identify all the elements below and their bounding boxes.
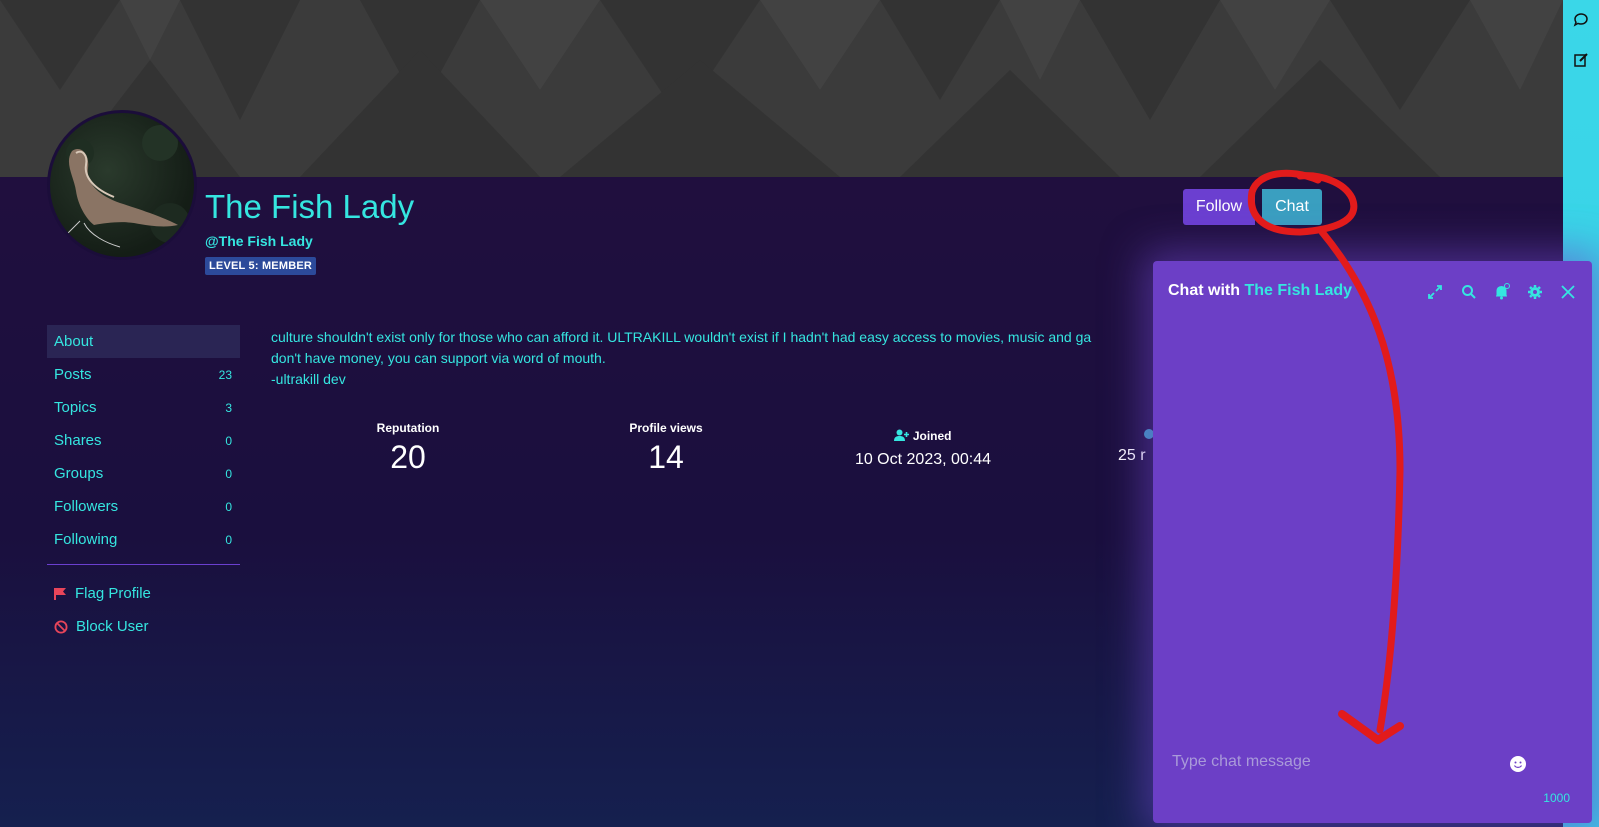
chat-title: Chat with The Fish Lady — [1168, 282, 1352, 300]
stat-value: 25 r — [1118, 447, 1146, 464]
about-text: culture shouldn't exist only for those w… — [271, 327, 1161, 390]
nav-item-following[interactable]: Following 0 — [47, 523, 240, 556]
follow-button[interactable]: Follow — [1183, 189, 1255, 225]
bell-icon[interactable] — [1492, 282, 1512, 302]
close-icon[interactable] — [1558, 282, 1578, 302]
emoji-icon[interactable] — [1510, 756, 1526, 772]
cover-pattern — [0, 0, 1563, 177]
block-user-link[interactable]: Block User — [47, 610, 240, 643]
nav-item-about[interactable]: About — [47, 325, 240, 358]
chat-panel: Chat with The Fish Lady 1000 — [1153, 261, 1592, 823]
compose-icon[interactable] — [1571, 50, 1591, 70]
nav-item-count: 0 — [225, 499, 232, 514]
nav-item-label: Groups — [54, 465, 104, 482]
nav-item-label: Following — [54, 531, 118, 548]
avatar — [47, 110, 197, 260]
chat-button[interactable]: Chat — [1262, 189, 1322, 225]
nav-item-label: Topics — [54, 399, 97, 416]
stat-label: Profile views — [629, 421, 703, 435]
stat-reputation: Reputation 20 — [358, 421, 458, 476]
level-badge: LEVEL 5: MEMBER — [205, 257, 317, 275]
nav-item-shares[interactable]: Shares 0 — [47, 424, 240, 457]
about-line: culture shouldn't exist only for those w… — [271, 329, 1092, 345]
profile-display-name: The Fish Lady — [205, 188, 415, 225]
stat-joined: Joined 10 Oct 2023, 00:44 — [843, 429, 1003, 469]
chat-message-input[interactable] — [1172, 749, 1472, 775]
user-plus-icon — [894, 429, 910, 441]
nav-item-posts[interactable]: Posts 23 — [47, 358, 240, 391]
nav-item-topics[interactable]: Topics 3 — [47, 391, 240, 424]
nav-item-groups[interactable]: Groups 0 — [47, 457, 240, 490]
about-line: don't have money, you can support via wo… — [271, 350, 606, 366]
stat-value: 20 — [390, 439, 426, 475]
block-user-label: Block User — [76, 618, 149, 635]
stat-value: 10 Oct 2023, 00:44 — [854, 451, 992, 468]
gear-icon[interactable] — [1525, 282, 1545, 302]
catfish-avatar-image — [55, 125, 190, 248]
stat-partial: 25 r — [1118, 429, 1158, 465]
expand-icon[interactable] — [1425, 282, 1445, 302]
cover-banner — [0, 0, 1563, 177]
nav-item-label: Shares — [54, 432, 102, 449]
nav-item-count: 0 — [225, 466, 232, 481]
nav-item-label: Posts — [54, 366, 92, 383]
flag-profile-label: Flag Profile — [75, 585, 151, 602]
nav-item-followers[interactable]: Followers 0 — [47, 490, 240, 523]
stat-value: 14 — [648, 439, 684, 475]
chat-title-name[interactable]: The Fish Lady — [1244, 282, 1352, 299]
nav-item-count: 0 — [225, 433, 232, 448]
profile-nav: About Posts 23 Topics 3 Shares 0 Groups … — [47, 325, 240, 643]
nav-item-label: Followers — [54, 498, 119, 515]
stat-profile-views: Profile views 14 — [611, 421, 721, 476]
stat-label: Joined — [843, 429, 1003, 443]
profile-handle: @The Fish Lady — [205, 233, 313, 249]
stat-label: Reputation — [376, 421, 440, 435]
chat-title-prefix: Chat with — [1168, 282, 1240, 299]
nav-item-label: About — [54, 333, 94, 350]
flag-profile-link[interactable]: Flag Profile — [47, 577, 240, 610]
chat-bubble-icon[interactable] — [1571, 10, 1591, 30]
nav-item-count: 0 — [225, 532, 232, 547]
nav-divider — [47, 564, 240, 565]
about-line: -ultrakill dev — [271, 371, 346, 387]
nav-item-count: 23 — [218, 367, 232, 382]
stat-label-text: Joined — [912, 429, 952, 443]
flag-icon — [54, 587, 66, 600]
nav-item-count: 3 — [225, 400, 232, 415]
search-icon[interactable] — [1459, 282, 1479, 302]
char-counter: 1000 — [1543, 791, 1570, 805]
block-icon — [54, 620, 68, 633]
